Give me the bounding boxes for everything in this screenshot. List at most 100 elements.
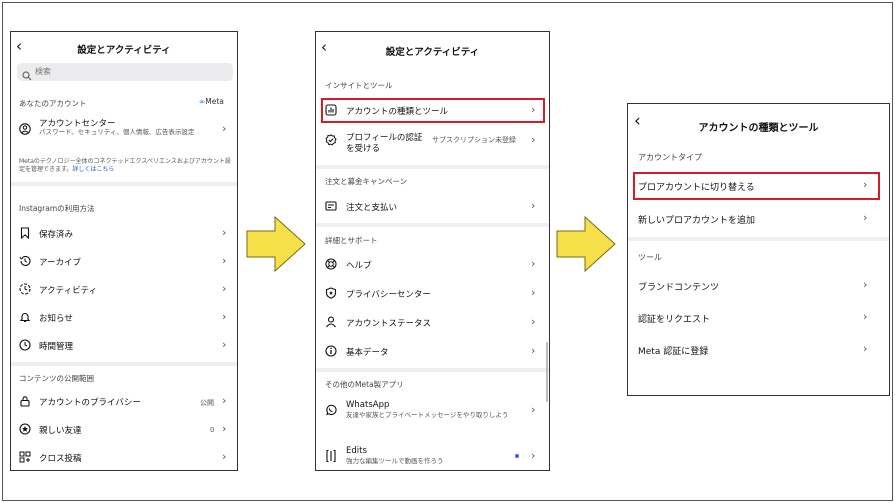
archive-clock-icon (19, 255, 31, 267)
list-item-value: 公開 (200, 399, 214, 407)
chevron-right-icon: › (222, 122, 227, 135)
list-item-label: ブランドコンテンツ (638, 283, 720, 293)
bookmark-icon (19, 227, 31, 239)
bar-chart-icon (325, 104, 337, 116)
page-title: アカウントの種類とツール (698, 123, 819, 134)
list-item-value: 0 (210, 426, 215, 434)
arrow-right-icon (556, 215, 616, 273)
list-item-help[interactable]: ヘルプ › (316, 254, 549, 276)
chevron-right-icon: › (222, 226, 227, 239)
list-item-account-type-tools[interactable]: アカウントの種類とツール › (321, 98, 545, 123)
list-item-notifications[interactable]: お知らせ › (11, 309, 237, 329)
person-icon (325, 316, 337, 328)
list-item-orders-payments[interactable]: 注文と支払い › (316, 196, 549, 218)
list-item-label: アカウントステータス (346, 319, 432, 329)
list-item-label: プロアカウントに切り替える (638, 183, 755, 193)
scrollbar[interactable] (546, 342, 548, 402)
chevron-right-icon: › (531, 286, 536, 299)
list-item-label: 親しい友達 (39, 426, 82, 436)
settings-activity-screen: ‹ 設定とアクティビティ 検索 あなたのアカウント ∞Meta アカウントセンタ… (10, 31, 238, 471)
list-item-time-management[interactable]: 時間管理 › (11, 337, 237, 357)
search-icon (22, 66, 32, 85)
page-title: 設定とアクティビティ (385, 47, 480, 58)
meta-logo: ∞Meta (199, 97, 224, 106)
chevron-right-icon: › (222, 450, 227, 463)
list-item-edits[interactable]: Edits 強力な編集ツールで動画を作ろう › (316, 444, 549, 470)
list-item-verification[interactable]: プロフィールの認証を受ける サブスクリプション未登録 › (316, 129, 549, 161)
whatsapp-icon (325, 404, 337, 416)
account-type-tools-screen: ‹ アカウントの種類とツール アカウントタイプ プロアカウントに切り替える › … (627, 103, 890, 396)
settings-activity-scrolled-screen: ‹ 設定とアクティビティ インサイトとツール アカウントの種類とツール › プロ… (315, 31, 550, 471)
list-item-label: アクティビティ (39, 286, 98, 296)
chevron-right-icon: › (222, 254, 227, 267)
branded-content-button[interactable]: ブランドコンテンツ › (628, 275, 889, 299)
section-publish: コンテンツの公開範囲 (19, 374, 94, 383)
list-item-label: 基本データ (346, 348, 389, 358)
shield-icon (325, 287, 337, 299)
list-item-label: お知らせ (39, 314, 73, 324)
grid-plus-icon (19, 451, 31, 463)
chevron-right-icon: › (863, 211, 868, 224)
chevron-right-icon: › (222, 394, 227, 407)
list-item-label: 新しいプロアカウントを追加 (638, 216, 756, 226)
search-input[interactable]: 検索 (17, 63, 233, 81)
list-item-label: ヘルプ (346, 261, 372, 271)
bell-icon (19, 311, 31, 323)
edits-icon (325, 449, 337, 463)
star-circle-icon (19, 423, 31, 435)
account-center-row[interactable]: アカウントセンター パスワード、セキュリティ、個人情報、広告表示設定 › (11, 114, 237, 154)
switch-pro-account-button[interactable]: プロアカウントに切り替える › (633, 172, 880, 200)
list-item-saved[interactable]: 保存済み › (11, 225, 237, 245)
chevron-right-icon: › (531, 133, 536, 146)
list-item-label: アーカイブ (39, 258, 81, 268)
list-item-label: 認証をリクエスト (638, 315, 711, 325)
section-orders: 注文と募金キャンペーン (325, 177, 408, 186)
list-item-account-status[interactable]: アカウントステータス › (316, 312, 549, 334)
request-verification-button[interactable]: 認証をリクエスト › (628, 307, 889, 331)
list-item-label: アカウントのプライバシー (39, 398, 141, 408)
list-item-whatsapp[interactable]: WhatsApp 友達や家族とプライベートメッセージをやり取りしよう › (316, 398, 549, 434)
divider (316, 368, 549, 372)
meta-verified-button[interactable]: Meta 認証に登録 › (628, 339, 889, 363)
list-item-privacy-center[interactable]: プライバシーセンター › (316, 283, 549, 305)
chevron-right-icon: › (531, 449, 536, 462)
list-item-activity[interactable]: アクティビティ › (11, 281, 237, 301)
list-item-basic-data[interactable]: 基本データ › (316, 341, 549, 363)
divider (628, 237, 889, 241)
section-tools: ツール (638, 253, 662, 262)
search-placeholder: 検索 (35, 67, 51, 76)
list-item-label: クロス投稿 (39, 454, 82, 464)
arrow-right-icon (246, 215, 306, 273)
add-pro-account-button[interactable]: 新しいプロアカウントを追加 › (628, 207, 889, 231)
chevron-right-icon: › (222, 422, 227, 435)
section-details: 詳細とサポート (325, 236, 378, 245)
section-insights: インサイトとツール (325, 81, 393, 90)
list-item-archive[interactable]: アーカイブ › (11, 253, 237, 273)
card-icon (325, 200, 337, 212)
chevron-right-icon: › (863, 278, 868, 291)
section-how-use: Instagramの利用方法 (19, 204, 95, 213)
section-your-account: あなたのアカウント (19, 99, 87, 108)
list-item-label: プライバシーセンター (346, 290, 431, 300)
list-item-label: 保存済み (39, 230, 74, 240)
chevron-right-icon: › (222, 282, 227, 295)
chevron-right-icon: › (531, 344, 536, 357)
person-circle-icon (19, 123, 31, 135)
list-item-close-friends[interactable]: 親しい友達 0 › (11, 421, 237, 441)
chevron-right-icon: › (222, 338, 227, 351)
learn-more-link[interactable]: 詳しくはこちら (72, 166, 114, 173)
clock-icon (19, 339, 31, 351)
section-account-type: アカウントタイプ (638, 153, 702, 162)
list-item-account-privacy[interactable]: アカウントのプライバシー 公開 › (11, 393, 237, 413)
chevron-right-icon: › (531, 199, 536, 212)
lifebuoy-icon (325, 258, 337, 270)
verified-badge-icon (325, 134, 337, 146)
info-icon (325, 345, 337, 357)
divider (316, 223, 549, 227)
chevron-right-icon: › (531, 257, 536, 270)
account-center-subtitle: パスワード、セキュリティ、個人情報、広告表示設定 (39, 128, 195, 136)
chevron-right-icon: › (863, 178, 868, 191)
list-item-value: サブスクリプション未登録 (432, 136, 516, 144)
divider (11, 362, 237, 366)
list-item-crosspost[interactable]: クロス投稿 › (11, 449, 237, 469)
